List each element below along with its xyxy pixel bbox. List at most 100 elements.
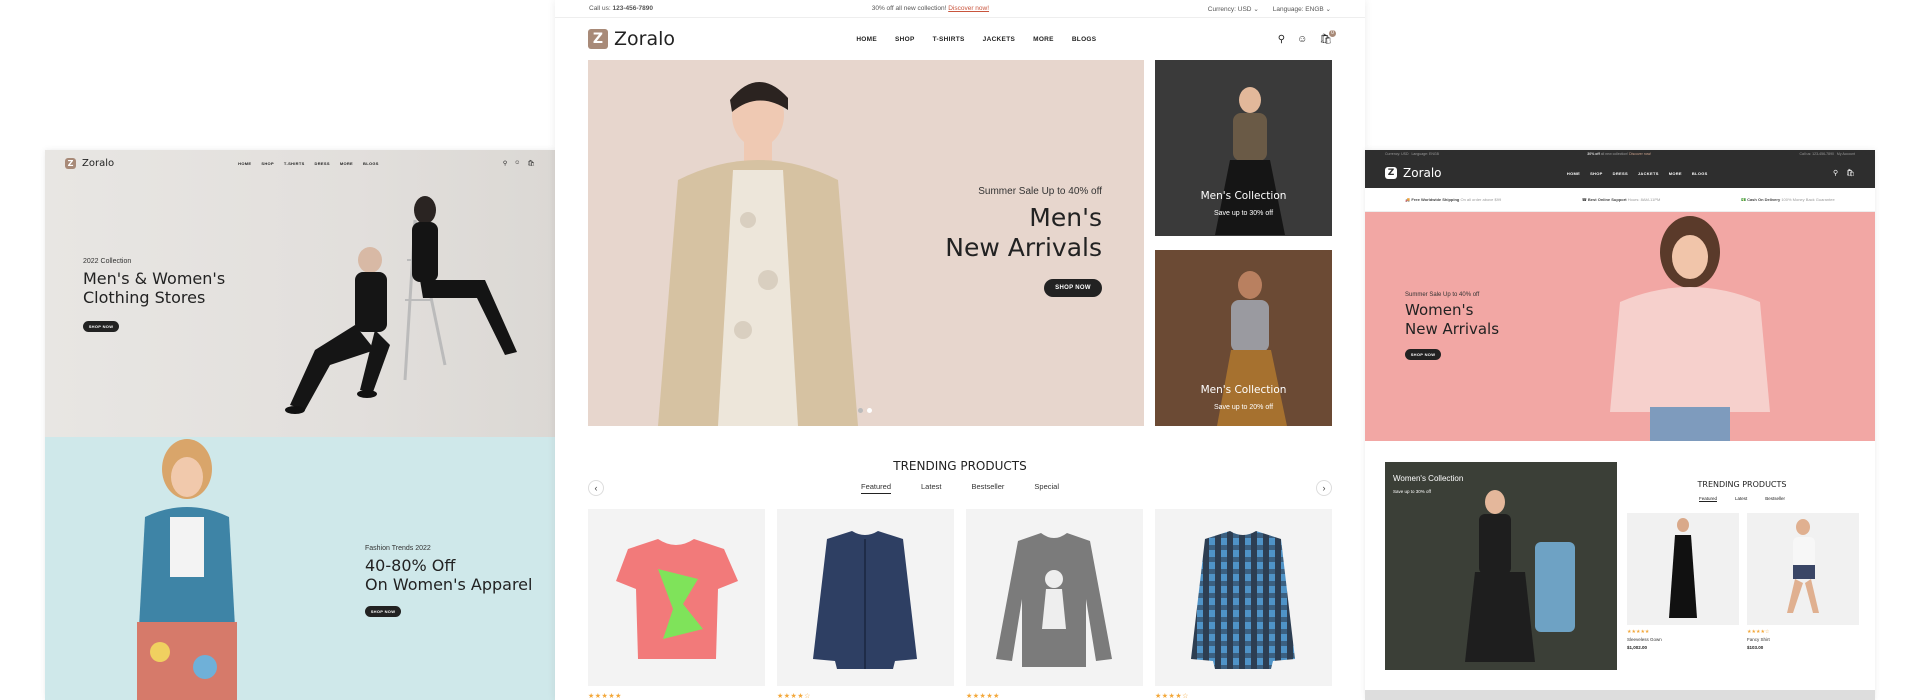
nav-tshirts[interactable]: T-SHIRTS [284,161,305,166]
product-card-tshirt[interactable] [588,509,765,686]
hero-title-line1: Men's [1029,203,1102,232]
hero2-shop-now-button[interactable]: SHOP NOW [365,606,401,617]
side-banner-1[interactable]: Men's Collection Save up to 30% off [1155,60,1332,236]
nav-shop[interactable]: SHOP [895,36,915,43]
tab-latest[interactable]: Latest [1735,496,1747,502]
tab-special[interactable]: Special [1034,482,1059,494]
user-icon[interactable]: ☺ [1297,34,1307,45]
side-banner-1-sub: Save up to 30% off [1213,210,1274,217]
user-icon[interactable]: ☺ [514,160,520,166]
nav-home[interactable]: HOME [856,36,877,43]
promo-text: 30% off all new collection! [871,5,947,12]
discover-now-link[interactable]: Discover now! [948,5,989,12]
womens-collection-banner[interactable]: Women's Collection Save up to 30% off [1385,462,1617,670]
nav-blogs[interactable]: BLOGS [1692,171,1708,176]
woman-model-photo [137,439,237,700]
hero1-shop-now-button[interactable]: SHOP NOW [83,321,119,332]
truck-icon: 🚚 [1405,197,1411,202]
feature-strip: 🚚 Free Worldwide Shipping On all order a… [1365,188,1875,212]
nav-more[interactable]: MORE [1669,171,1682,176]
nav-more[interactable]: MORE [1033,36,1054,43]
nav-more[interactable]: MORE [340,161,353,166]
tab-bestseller[interactable]: Bestseller [971,482,1004,494]
nav-home[interactable]: HOME [1567,171,1580,176]
seated-man-photo-2 [1217,271,1287,426]
tab-featured[interactable]: Featured [1698,496,1717,502]
search-icon[interactable]: ⚲ [1278,34,1285,45]
right-top-bar: Currency: USD Language: ENGB 30% off all… [1365,150,1875,158]
site-logo[interactable]: Z Zoralo [588,28,675,50]
currency-select[interactable]: Currency: USD ⌄ [1208,5,1259,13]
right-promo: 30% off [1587,152,1600,156]
currency-label: Currency: USD [1207,5,1252,13]
feature-1-desc: On all order above $99 [1460,197,1502,202]
denim-shirt-image [813,531,917,669]
slider-dot-active[interactable] [858,408,863,413]
feature-support: ☎ Best Online Support Hours: 8AM-11PM [1582,197,1661,202]
left-header: Z Zoralo HOME SHOP T-SHIRTS DRESS MORE B… [45,150,555,176]
right-trending-tabs: Featured Latest Bestseller [1627,496,1857,502]
nav-jackets[interactable]: JACKETS [983,36,1015,43]
right-account[interactable]: My Account [1837,152,1855,156]
language-select[interactable]: Language: ENGB ⌄ [1273,5,1331,13]
product-card-plaid-shirt[interactable] [1155,509,1332,686]
nav-tshirts[interactable]: T-SHIRTS [933,36,965,43]
headset-icon: ☎ [1581,197,1587,202]
next-section-peek [1365,690,1875,700]
nav-jackets[interactable]: JACKETS [1638,171,1659,176]
tab-featured[interactable]: Featured [860,482,892,494]
language-label: Language: ENGB [1272,5,1324,13]
cart-icon[interactable]: 🛍 [1846,169,1855,177]
hero1-text: 2022 Collection Men's & Women's Clothing… [83,258,225,333]
right-product-rating-2: ★★★★☆ [1747,629,1770,635]
side-banner-2[interactable]: Men's Collection Save up to 20% off [1155,250,1332,426]
cart-icon[interactable]: 🛍 0 [1319,29,1336,45]
call-number[interactable]: 123-456-7890 [613,5,653,12]
feature-3-title: Cash On Delivery [1747,197,1781,202]
product-card-denim-shirt[interactable] [777,509,954,686]
product-card-longsleeve[interactable] [966,509,1143,686]
right-hero-shop-now-button[interactable]: SHOP NOW [1405,349,1441,360]
right-product-card-1[interactable] [1627,513,1739,625]
right-hero-kicker: Summer Sale Up to 40% off [1405,292,1480,298]
nav-home[interactable]: HOME [238,161,251,166]
product-rating-1: ★★★★★ [588,693,622,700]
nav-dress[interactable]: DRESS [1613,171,1628,176]
longsleeve-image [996,533,1112,667]
collection-sub: Save up to 30% off [1393,489,1431,494]
tab-latest[interactable]: Latest [921,482,941,494]
right-logo[interactable]: Z Zoralo [1385,166,1442,180]
right-discover-link[interactable]: Discover now! [1629,152,1651,156]
gown-image [1669,518,1697,618]
fancy-shirt-image [1787,519,1819,613]
tshirt-image [616,539,738,659]
hero-shop-now-button[interactable]: SHOP NOW [1044,279,1102,297]
nav-shop[interactable]: SHOP [261,161,274,166]
right-product-name-2[interactable]: Fancy Shirt [1747,637,1770,642]
models-photo [285,196,517,414]
hero-banner-womens-apparel: Fashion Trends 2022 40-80% Off On Women'… [45,437,555,700]
left-logo[interactable]: Z Zoralo [65,157,114,169]
right-currency[interactable]: Currency: USD [1385,152,1409,156]
hero2-line2: On Women's Apparel [365,575,533,594]
right-hero-line2: New Arrivals [1405,320,1500,338]
tab-bestseller[interactable]: Bestseller [1765,496,1785,502]
nav-blogs[interactable]: BLOGS [1072,36,1097,43]
search-icon[interactable]: ⚲ [503,160,507,167]
right-call: Call us: 123-456-7890 [1799,152,1834,156]
right-language[interactable]: Language: ENGB [1411,152,1438,156]
cart-icon[interactable]: 🛍 [527,160,535,167]
right-product-card-2[interactable] [1747,513,1859,625]
nav-shop[interactable]: SHOP [1590,171,1603,176]
cash-icon: 💵 [1740,197,1746,202]
slider-dots [858,408,872,413]
nav-blogs[interactable]: BLOGS [363,161,379,166]
right-product-name-1[interactable]: Sleeveless Gown [1627,637,1662,642]
hero-title-line2: New Arrivals [945,233,1102,262]
side-banner-2-sub: Save up to 20% off [1213,404,1274,411]
right-product-rating-1: ★★★★★ [1627,629,1650,635]
slider-dot[interactable] [867,408,872,413]
left-nav: HOME SHOP T-SHIRTS DRESS MORE BLOGS [238,161,379,166]
nav-dress[interactable]: DRESS [315,161,330,166]
search-icon[interactable]: ⚲ [1833,169,1838,177]
